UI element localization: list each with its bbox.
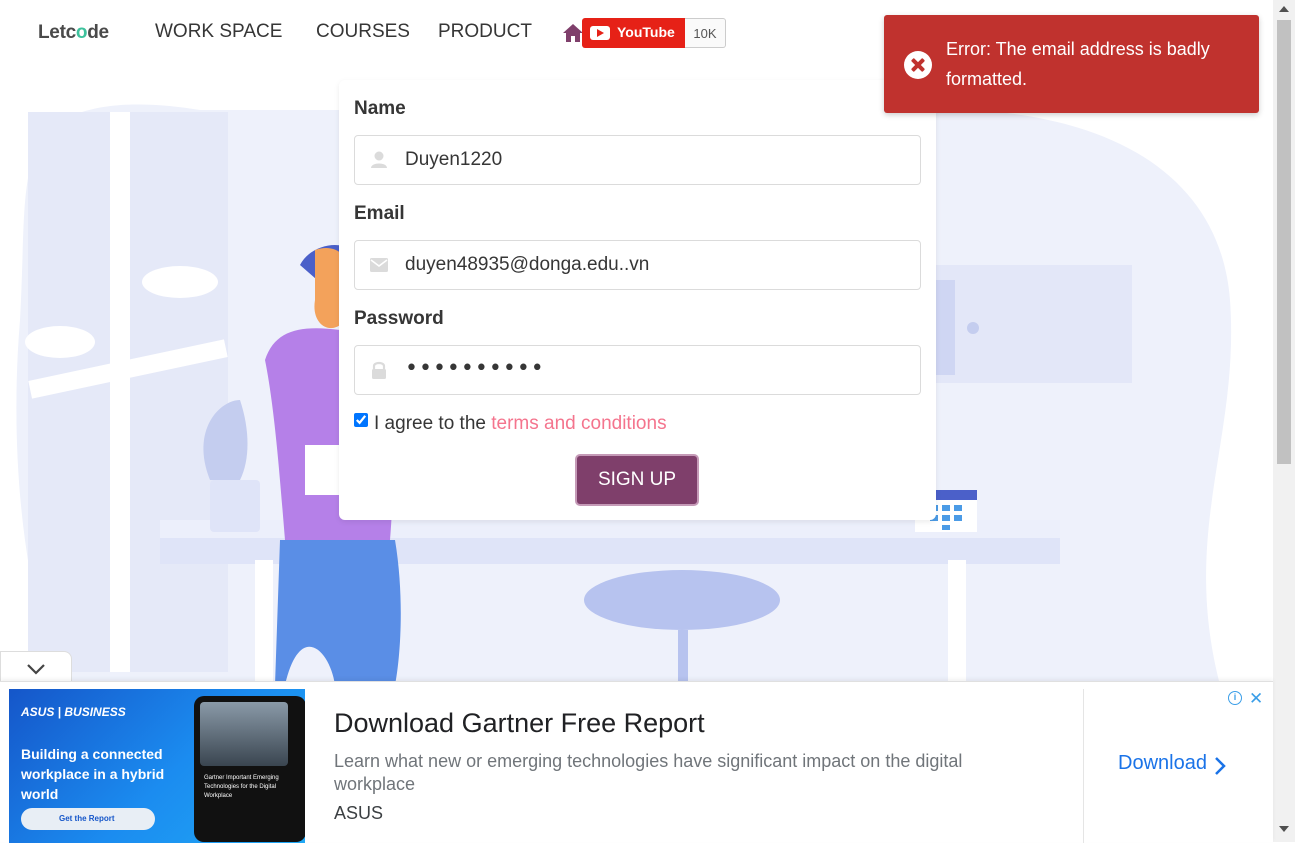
scrollbar-thumb[interactable] [1277, 20, 1291, 464]
name-input-value: Duyen1220 [405, 149, 503, 170]
ad-phone-photo [200, 702, 288, 766]
nav-work-space[interactable]: WORK SPACE [155, 21, 282, 43]
ad-image-cta: Get the Report [21, 808, 155, 830]
chevron-down-icon [27, 664, 45, 675]
password-label: Password [354, 308, 444, 329]
youtube-button[interactable]: YouTube [582, 18, 685, 48]
ad-description: Learn what new or emerging technologies … [334, 751, 963, 794]
page-scrollbar[interactable] [1273, 0, 1295, 842]
ad-collapse-button[interactable] [0, 651, 72, 685]
signup-form-card: Name Duyen1220 Email duyen48935@donga.ed… [339, 80, 936, 520]
signup-button[interactable]: SIGN UP [575, 454, 699, 506]
name-label: Name [354, 98, 406, 119]
password-input-value: •••••••••• [405, 356, 545, 381]
youtube-play-icon [590, 26, 610, 40]
ad-image-brand: ASUS | BUSINESS [21, 705, 126, 719]
ad-phone-graphic: Gartner Important Emerging Technologies … [194, 696, 305, 842]
error-toast[interactable]: Error: The email address is badly format… [884, 15, 1259, 113]
ad-banner[interactable]: ASUS | BUSINESS Building a connected wor… [0, 681, 1273, 843]
password-input[interactable]: •••••••••• [354, 345, 921, 395]
error-icon [904, 51, 932, 79]
email-input[interactable]: duyen48935@donga.edu..vn [354, 240, 921, 290]
terms-agreement: I agree to the terms and conditions [354, 413, 667, 435]
email-input-value: duyen48935@donga.edu..vn [405, 254, 650, 275]
scroll-down-arrow-icon[interactable] [1279, 826, 1289, 832]
lock-icon [372, 361, 386, 379]
ad-close-icon[interactable]: ✕ [1249, 689, 1263, 709]
nav-product[interactable]: PRODUCT [438, 21, 532, 43]
name-input[interactable]: Duyen1220 [354, 135, 921, 185]
ad-download-link[interactable]: Download [1118, 752, 1207, 775]
ad-advertiser: ASUS [334, 803, 384, 823]
ad-image[interactable]: ASUS | BUSINESS Building a connected wor… [9, 689, 305, 843]
agree-text: I agree to the [374, 413, 486, 434]
email-label: Email [354, 203, 405, 224]
envelope-icon [370, 258, 388, 272]
terms-checkbox[interactable] [354, 413, 368, 427]
ad-image-headline: Building a connected workplace in a hybr… [21, 746, 165, 802]
user-icon [371, 151, 387, 168]
ad-title[interactable]: Download Gartner Free Report [334, 708, 705, 739]
ad-info-icon[interactable]: i [1228, 691, 1242, 705]
chevron-right-icon[interactable] [1214, 756, 1226, 776]
home-icon[interactable] [562, 22, 584, 44]
terms-link[interactable]: terms and conditions [491, 413, 666, 434]
error-message: Error: The email address is badly format… [946, 39, 1210, 89]
ad-phone-text: Gartner Important Emerging Technologies … [204, 775, 279, 799]
nav-courses[interactable]: COURSES [316, 21, 410, 43]
scroll-up-arrow-icon[interactable] [1279, 6, 1289, 12]
letcode-logo[interactable]: Letcode [38, 22, 109, 44]
youtube-subscriber-count: 10K [685, 18, 726, 48]
ad-cta-area[interactable]: Download [1083, 689, 1265, 843]
